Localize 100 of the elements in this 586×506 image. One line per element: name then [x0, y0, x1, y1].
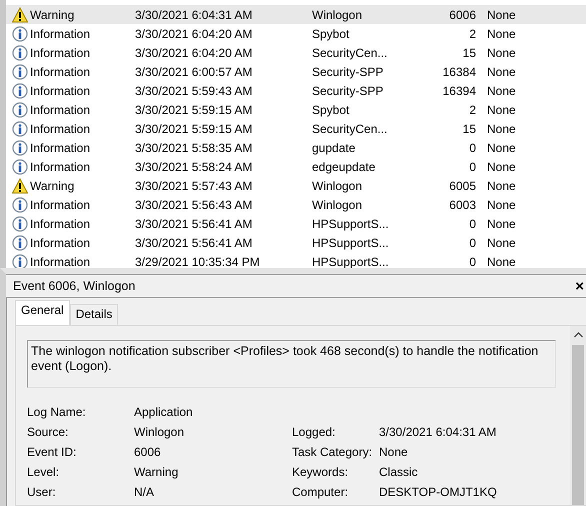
field-label: Task Category: — [292, 444, 374, 461]
date-cell-text: 3/30/2021 5:59:43 AM — [135, 84, 254, 98]
field-value: DESKTOP-OMJT1KQ — [379, 484, 498, 501]
field-value: 3/30/2021 6:04:31 AM — [379, 424, 498, 441]
message-box: The winlogon notification subscriber <Profiles> took 468 second(s) to handle the notification event (Logon). — [27, 340, 556, 388]
event-row[interactable]: Information 3/30/2021 6:00:57 AM Security-SPP 16384 None — [6, 62, 586, 81]
level-cell-text: Warning — [30, 178, 76, 192]
source-cell-text: edgeupdate — [312, 160, 376, 174]
level-cell-text: Information — [30, 26, 92, 40]
event-row[interactable]: Information 3/30/2021 5:59:43 AM Security-SPP 16394 None — [6, 81, 586, 100]
source-cell-text: gupdate — [312, 140, 356, 154]
event-row[interactable]: Information 3/30/2021 5:58:24 AM edgeupdate 0 None — [6, 157, 586, 176]
info-icon — [12, 64, 28, 80]
date-cell-text: 3/30/2021 5:56:41 AM — [135, 236, 254, 250]
source-cell-text: SecurityCen... — [312, 122, 388, 136]
info-icon — [12, 26, 28, 42]
task-category-cell-text: None — [486, 46, 517, 60]
info-icon — [12, 120, 28, 136]
field-value: Winlogon — [134, 424, 186, 441]
task-category-cell-text: None — [486, 26, 517, 40]
info-icon — [12, 140, 28, 156]
level-cell-text: Information — [30, 46, 92, 60]
level-cell-text: Information — [30, 122, 92, 136]
event-id-cell: 6005 — [449, 178, 476, 192]
task-category-cell-text: None — [486, 102, 517, 116]
event-id-cell: 16384 — [442, 64, 476, 78]
field-value: Warning — [134, 464, 180, 481]
close-button[interactable]: × — [575, 278, 586, 294]
event-id-cell: 15 — [462, 46, 476, 60]
event-row[interactable]: Information 3/30/2021 6:04:20 AM Spybot 2 None — [6, 24, 586, 43]
task-category-cell-text: None — [486, 216, 517, 230]
event-id-cell: 16394 — [442, 84, 476, 98]
event-row[interactable]: Information 3/30/2021 5:56:43 AM Winlogon 6003 None — [6, 195, 586, 214]
field-label: Keywords: — [292, 464, 350, 481]
event-row[interactable]: Information 3/30/2021 5:59:15 AM SecurityCen... 15 None — [6, 119, 586, 138]
task-category-cell-text: None — [486, 84, 517, 98]
event-id-cell: 0 — [469, 216, 476, 230]
level-cell-text: Warning — [30, 8, 76, 22]
date-cell-text: 3/30/2021 5:58:35 AM — [135, 140, 254, 154]
date-cell-text: 3/30/2021 5:56:43 AM — [135, 198, 254, 212]
event-row[interactable]: Information 3/30/2021 5:56:41 AM HPSupportS... 0 None — [6, 214, 586, 233]
date-cell-text: 3/30/2021 5:59:15 AM — [135, 122, 254, 136]
info-icon — [12, 216, 28, 232]
level-cell-text: Information — [30, 216, 92, 230]
event-id-cell: 2 — [469, 102, 476, 116]
task-category-cell-text: None — [486, 160, 517, 174]
field-value: N/A — [134, 484, 156, 501]
event-row[interactable]: Warning 3/30/2021 6:04:31 AM Winlogon 6006 None — [6, 5, 586, 24]
info-icon — [12, 234, 28, 250]
event-id-cell: 0 — [469, 236, 476, 250]
level-cell-text: Information — [30, 84, 92, 98]
source-cell-text: HPSupportS... — [312, 254, 390, 268]
warning-icon — [12, 6, 28, 22]
field-label: Log Name: — [27, 404, 87, 421]
event-row[interactable]: Information 3/30/2021 6:04:20 AM SecurityCen... 15 None — [6, 43, 586, 62]
field-value: 6006 — [134, 444, 162, 461]
info-icon — [12, 82, 28, 98]
event-id-cell: 6006 — [449, 8, 476, 22]
source-cell-text: HPSupportS... — [312, 236, 390, 250]
event-row[interactable]: Information 3/30/2021 5:58:35 AM gupdate 0 None — [6, 138, 586, 157]
field-value: Classic — [379, 464, 419, 481]
event-id-cell: 2 — [469, 26, 476, 40]
source-cell-text: HPSupportS... — [312, 216, 390, 230]
date-cell-text: 3/30/2021 6:04:20 AM — [135, 46, 254, 60]
source-cell-text: Spybot — [312, 102, 350, 116]
date-cell-text: 3/29/2021 10:35:34 PM — [135, 254, 261, 268]
level-cell-text: Information — [30, 198, 92, 212]
task-category-cell-text: None — [486, 64, 517, 78]
event-row[interactable]: Information 3/30/2021 5:56:41 AM HPSupportS... 0 None — [6, 233, 586, 252]
event-row[interactable]: Information 3/30/2021 5:59:15 AM Spybot 2 None — [6, 100, 586, 119]
event-row[interactable]: Information 3/29/2021 10:35:34 PM HPSupportS... 0 None — [6, 252, 586, 268]
level-cell-text: Information — [30, 64, 92, 78]
task-category-cell-text: None — [486, 198, 517, 212]
tab[interactable]: Details — [70, 304, 118, 325]
tab[interactable]: General — [15, 300, 70, 325]
event-id-cell: 6003 — [449, 198, 476, 212]
level-cell-text: Information — [30, 254, 92, 268]
source-cell-text: SecurityCen... — [312, 46, 388, 60]
date-cell-text: 3/30/2021 5:56:41 AM — [135, 216, 254, 230]
source-cell-text: Winlogon — [312, 178, 364, 192]
task-category-cell-text: None — [486, 236, 517, 250]
task-category-cell-text: None — [486, 254, 517, 268]
info-icon — [12, 158, 28, 174]
info-icon — [12, 102, 28, 118]
task-category-cell-text: None — [486, 122, 517, 136]
field-label: Level: — [27, 464, 60, 481]
source-cell-text: Winlogon — [312, 8, 364, 22]
event-id-cell: 15 — [462, 122, 476, 136]
task-category-cell-text: None — [486, 140, 517, 154]
field-value: Application — [134, 404, 194, 421]
source-cell-text: Spybot — [312, 26, 350, 40]
task-category-cell-text: None — [486, 178, 517, 192]
level-cell-text: Information — [30, 102, 92, 116]
date-cell-text: 3/30/2021 6:04:31 AM — [135, 8, 254, 22]
date-cell-text: 3/30/2021 5:58:24 AM — [135, 160, 254, 174]
date-cell-text: 3/30/2021 6:04:20 AM — [135, 26, 254, 40]
event-row[interactable]: Warning 3/30/2021 5:57:43 AM Winlogon 6005 None — [6, 176, 586, 195]
level-cell-text: Information — [30, 160, 92, 174]
scrollbar[interactable] — [570, 326, 586, 505]
scroll-up-icon[interactable] — [574, 332, 582, 338]
